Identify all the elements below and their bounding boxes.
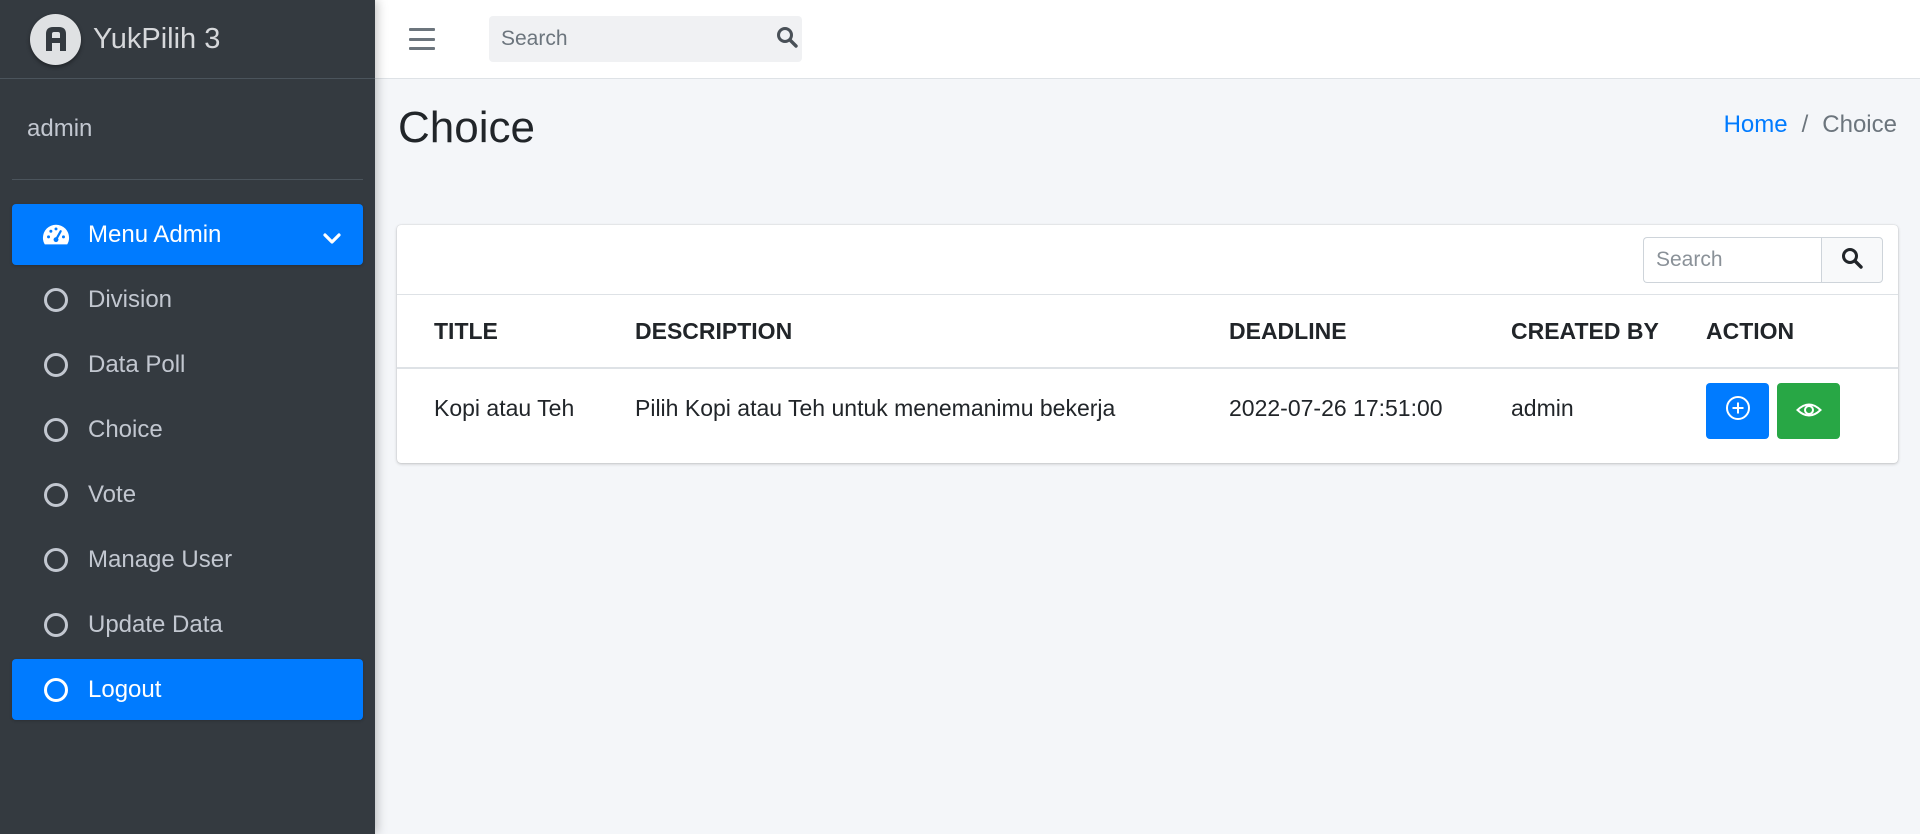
eye-icon (1795, 398, 1822, 425)
user-panel[interactable]: admin (12, 79, 363, 180)
cell-created-by: admin (1511, 395, 1574, 421)
sidebar-item-label: Vote (88, 480, 137, 508)
breadcrumb-current: Choice (1822, 111, 1897, 138)
sidebar-item-label: Division (88, 285, 173, 313)
brand-name: YukPilih 3 (93, 22, 221, 55)
brand-logo-icon (30, 13, 81, 65)
table-search-input[interactable] (1643, 237, 1821, 283)
column-header-title: TITLE (397, 295, 635, 369)
breadcrumb-home-link[interactable]: Home (1724, 111, 1788, 139)
column-header-deadline: DEADLINE (1229, 295, 1511, 369)
sidebar-item-choice[interactable]: Choice (12, 399, 363, 460)
hamburger-menu-icon[interactable] (409, 28, 435, 50)
navbar-search-button[interactable] (772, 16, 802, 62)
card-header (397, 225, 1898, 295)
sidebar-item-label: Update Data (88, 610, 223, 638)
sidebar-item-label: Logout (88, 675, 162, 703)
table-header-row: TITLE DESCRIPTION DEADLINE CREATED BY AC… (397, 295, 1898, 369)
circle-icon (42, 676, 70, 704)
navbar-search-input[interactable] (489, 16, 772, 62)
cell-action (1706, 368, 1898, 460)
choice-table: TITLE DESCRIPTION DEADLINE CREATED BY AC… (397, 295, 1898, 460)
choice-card: TITLE DESCRIPTION DEADLINE CREATED BY AC… (397, 225, 1898, 463)
sidebar-item-label: Data Poll (88, 350, 186, 378)
sidebar-item-label: Menu Admin (88, 220, 222, 248)
table-row: Kopi atau Teh Pilih Kopi atau Teh untuk … (397, 368, 1898, 460)
sidebar: YukPilih 3 admin Menu Admin Division Dat… (0, 0, 375, 834)
search-icon (1841, 247, 1863, 274)
add-choice-button[interactable] (1706, 383, 1769, 439)
sidebar-item-label: Choice (88, 415, 163, 443)
circle-icon (42, 416, 70, 444)
sidebar-item-update-data[interactable]: Update Data (12, 594, 363, 655)
search-icon (776, 26, 798, 53)
cell-title: Kopi atau Teh (434, 395, 575, 421)
table-search-button[interactable] (1821, 237, 1883, 283)
sidebar-item-vote[interactable]: Vote (12, 464, 363, 525)
plus-circle-icon (1725, 395, 1751, 427)
page-title: Choice (398, 103, 535, 152)
user-name: admin (27, 115, 93, 142)
column-header-description: DESCRIPTION (635, 295, 1229, 369)
breadcrumb: Home / Choice (1724, 111, 1897, 139)
sidebar-item-data-poll[interactable]: Data Poll (12, 334, 363, 395)
sidebar-nav: Menu Admin Division Data Poll Choice Vot… (0, 180, 375, 720)
tachometer-icon (42, 221, 70, 249)
circle-icon (42, 481, 70, 509)
cell-description: Pilih Kopi atau Teh untuk menemanimu bek… (635, 395, 1116, 421)
column-header-created-by: CREATED BY (1511, 295, 1706, 369)
brand-link[interactable]: YukPilih 3 (0, 0, 375, 79)
navbar-search (489, 16, 802, 62)
sidebar-item-menu-admin[interactable]: Menu Admin (12, 204, 363, 265)
sidebar-item-division[interactable]: Division (12, 269, 363, 330)
column-header-action: ACTION (1706, 295, 1898, 369)
circle-icon (42, 546, 70, 574)
sidebar-item-logout[interactable]: Logout (12, 659, 363, 720)
sidebar-item-manage-user[interactable]: Manage User (12, 529, 363, 590)
sidebar-item-label: Manage User (88, 545, 233, 573)
circle-icon (42, 611, 70, 639)
chevron-down-icon (323, 225, 341, 253)
table-search (1643, 237, 1883, 283)
circle-icon (42, 351, 70, 379)
breadcrumb-separator: / (1801, 111, 1809, 138)
top-navbar (375, 0, 1920, 79)
view-choice-button[interactable] (1777, 383, 1840, 439)
circle-icon (42, 286, 70, 314)
cell-deadline: 2022-07-26 17:51:00 (1229, 395, 1443, 421)
